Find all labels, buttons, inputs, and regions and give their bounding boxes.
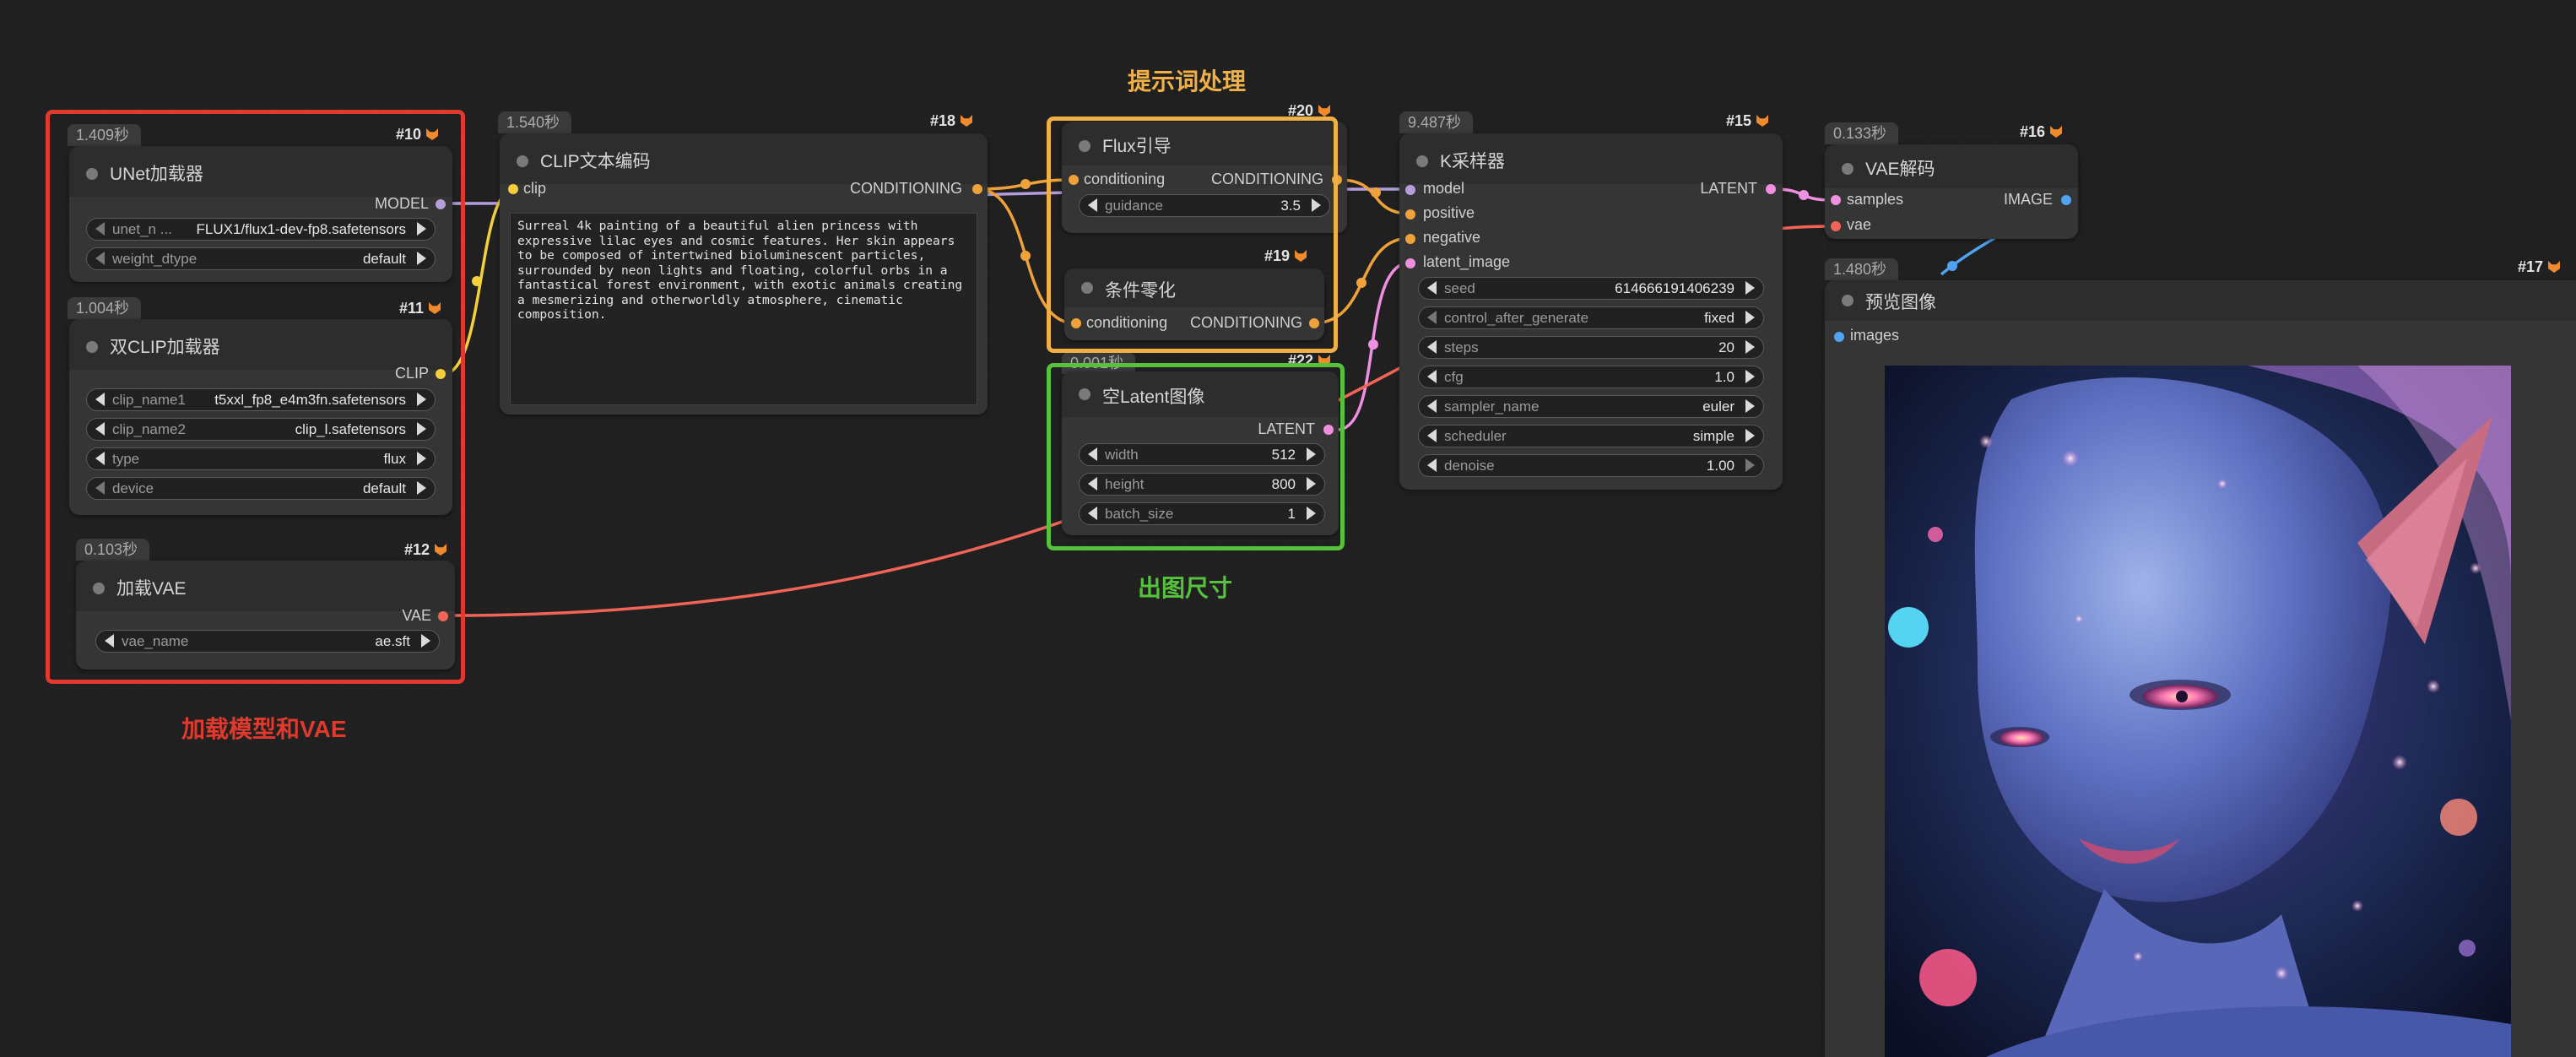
preview-output-image[interactable] <box>1885 366 2511 1057</box>
exec-time-badge: 0.133秒 <box>1825 122 1899 144</box>
widget-control-after-generate[interactable]: control_after_generate fixed <box>1418 306 1764 329</box>
widget-seed[interactable]: seed 614666191406239 <box>1418 277 1764 300</box>
input-slot-positive[interactable] <box>1405 209 1415 220</box>
node-id-badge: #18 <box>930 112 973 130</box>
decrement-arrow-icon[interactable] <box>1427 370 1437 383</box>
exec-time-badge: 1.540秒 <box>498 111 572 133</box>
input-label-images: images <box>1850 327 1900 344</box>
input-label-clip: clip <box>523 180 547 197</box>
fox-icon <box>2050 126 2063 138</box>
increment-arrow-icon[interactable] <box>1745 399 1755 413</box>
input-label-latent-image: latent_image <box>1423 253 1511 270</box>
collapse-dot-icon[interactable] <box>1842 163 1854 175</box>
node-id-badge: #16 <box>2020 123 2063 141</box>
node-id-badge: #17 <box>2518 258 2561 276</box>
node-title: 预览图像 <box>1865 293 1936 312</box>
decrement-arrow-icon[interactable] <box>1427 281 1437 295</box>
collapse-dot-icon[interactable] <box>1416 155 1428 167</box>
widget-steps[interactable]: steps 20 <box>1418 336 1764 359</box>
input-slot-latent-image[interactable] <box>1405 258 1415 268</box>
group-label-size: 出图尺寸 <box>1138 575 1233 601</box>
node-ksampler[interactable]: K采样器 model positive negative latent_imag… <box>1399 133 1783 490</box>
fox-icon <box>1318 105 1331 117</box>
node-id-badge: #15 <box>1726 112 1769 130</box>
node-clip-text-encode[interactable]: CLIP文本编码 clip CONDITIONING Surreal 4k pa… <box>500 133 988 415</box>
output-slot-conditioning[interactable] <box>972 184 982 194</box>
group-prompt[interactable] <box>1047 117 1338 353</box>
increment-arrow-icon[interactable] <box>1745 458 1755 472</box>
input-slot-images[interactable] <box>1834 332 1844 342</box>
input-slot-samples[interactable] <box>1831 195 1841 205</box>
group-size[interactable] <box>1047 363 1345 550</box>
exec-time-badge: 1.480秒 <box>1825 258 1899 280</box>
collapse-dot-icon[interactable] <box>1842 295 1854 306</box>
node-title: K采样器 <box>1440 152 1506 171</box>
collapse-dot-icon[interactable] <box>517 155 528 167</box>
input-slot-negative[interactable] <box>1405 234 1415 244</box>
group-label-prompt: 提示词处理 <box>1128 68 1247 95</box>
node-title-bar[interactable]: 预览图像 <box>1825 280 2576 321</box>
increment-arrow-icon[interactable] <box>1745 370 1755 383</box>
widget-sampler-name[interactable]: sampler_name euler <box>1418 395 1764 418</box>
input-slot-vae[interactable] <box>1831 221 1841 231</box>
node-title-bar[interactable]: K采样器 <box>1399 133 1783 184</box>
widget-denoise[interactable]: denoise 1.00 <box>1418 454 1764 477</box>
input-label-model: model <box>1423 180 1465 197</box>
decrement-arrow-icon[interactable] <box>1427 340 1437 354</box>
fox-icon <box>961 115 973 127</box>
exec-time-badge: 9.487秒 <box>1399 111 1474 133</box>
group-label-load-models: 加载模型和VAE <box>181 716 347 742</box>
decrement-arrow-icon[interactable] <box>1427 429 1437 442</box>
fox-icon <box>1756 115 1769 127</box>
node-vae-decode[interactable]: VAE解码 samples vae IMAGE <box>1825 144 2078 239</box>
increment-arrow-icon[interactable] <box>1745 311 1755 324</box>
decrement-arrow-icon[interactable] <box>1427 458 1437 472</box>
widget-cfg[interactable]: cfg 1.0 <box>1418 366 1764 388</box>
input-slot-model[interactable] <box>1405 185 1415 195</box>
node-title-bar[interactable]: CLIP文本编码 <box>500 133 988 184</box>
input-label-positive: positive <box>1423 204 1475 221</box>
increment-arrow-icon[interactable] <box>1745 340 1755 354</box>
node-title-bar[interactable]: VAE解码 <box>1825 144 2078 188</box>
input-label-vae: vae <box>1847 216 1872 233</box>
fox-icon <box>2548 261 2561 273</box>
increment-arrow-icon[interactable] <box>1745 281 1755 295</box>
group-load-models[interactable] <box>46 110 465 684</box>
decrement-arrow-icon[interactable] <box>1427 399 1437 413</box>
output-slot-latent[interactable] <box>1766 184 1776 194</box>
input-label-negative: negative <box>1423 229 1481 246</box>
output-label-latent: LATENT <box>1700 180 1757 197</box>
input-label-samples: samples <box>1847 191 1904 208</box>
node-title: VAE解码 <box>1865 160 1935 179</box>
prompt-textarea[interactable]: Surreal 4k painting of a beautiful alien… <box>510 213 977 405</box>
node-title: CLIP文本编码 <box>540 152 651 171</box>
decrement-arrow-icon[interactable] <box>1427 311 1437 324</box>
output-slot-image[interactable] <box>2061 195 2071 205</box>
input-slot-clip[interactable] <box>508 184 518 194</box>
output-label-conditioning: CONDITIONING <box>850 180 962 197</box>
increment-arrow-icon[interactable] <box>1745 429 1755 442</box>
widget-scheduler[interactable]: scheduler simple <box>1418 425 1764 447</box>
output-label-image: IMAGE <box>2003 191 2053 208</box>
